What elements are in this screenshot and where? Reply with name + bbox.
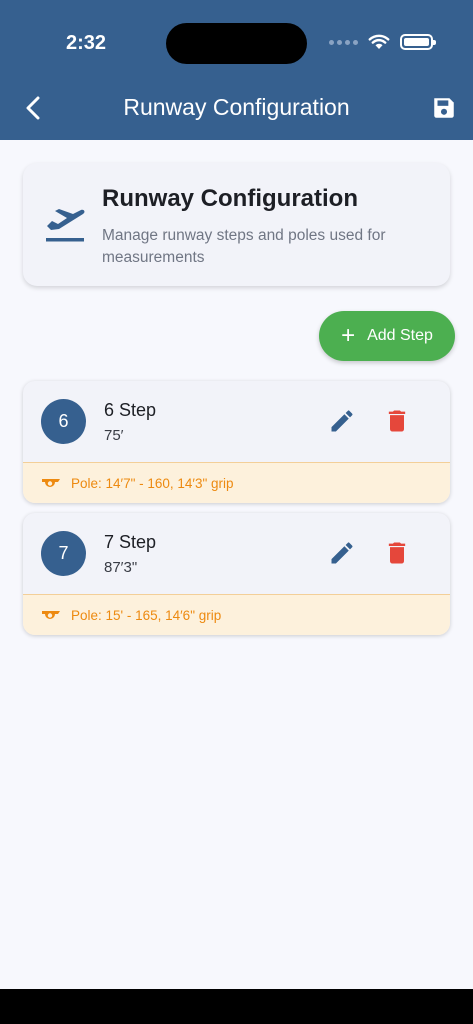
trash-icon — [388, 542, 406, 564]
flight-takeoff-icon — [46, 209, 85, 242]
wifi-icon — [368, 34, 390, 49]
app-header: 2:32 Runway Configuration — [0, 0, 473, 140]
delete-step-button[interactable] — [383, 407, 411, 435]
edit-step-button[interactable] — [328, 539, 356, 567]
save-button[interactable] — [431, 95, 457, 121]
status-indicators — [329, 34, 436, 50]
step-number-badge: 6 — [41, 399, 86, 444]
pencil-icon — [331, 542, 353, 564]
signal-icon — [329, 39, 358, 45]
trash-icon — [388, 410, 406, 432]
delete-step-button[interactable] — [383, 539, 411, 567]
dynamic-island — [166, 23, 307, 64]
add-step-button[interactable]: + Add Step — [319, 311, 455, 361]
pole-text: Pole: 15' - 165, 14′6" grip — [71, 607, 222, 623]
battery-icon — [400, 34, 436, 50]
page-title: Runway Configuration — [123, 94, 350, 120]
step-card[interactable]: 7 7 Step 87′3" Pole: 15' - 165, 14′6" gr… — [23, 513, 450, 635]
config-header-card: Runway Configuration Manage runway steps… — [23, 163, 450, 286]
pole-text: Pole: 14′7" - 160, 14′3" grip — [71, 475, 234, 491]
plus-icon: + — [341, 322, 356, 349]
edit-step-button[interactable] — [328, 407, 356, 435]
pole-info: Pole: 15' - 165, 14′6" grip — [23, 594, 450, 635]
add-step-label: Add Step — [367, 327, 433, 344]
pole-icon — [42, 479, 60, 487]
header-description: Manage runway steps and poles used for m… — [102, 227, 386, 266]
pencil-icon — [331, 410, 353, 432]
step-name: 6 Step — [104, 400, 157, 420]
status-time: 2:32 — [66, 32, 107, 54]
step-number-badge: 7 — [41, 531, 86, 576]
pole-info: Pole: 14′7" - 160, 14′3" grip — [23, 462, 450, 503]
header-title: Runway Configuration — [102, 185, 358, 212]
step-card[interactable]: 6 6 Step 75′ Pole: 14′7" - 160, 14′3" gr… — [23, 381, 450, 503]
save-icon — [434, 98, 454, 118]
step-name: 7 Step — [104, 532, 157, 552]
step-distance: 87′3" — [104, 559, 138, 576]
pole-icon — [42, 611, 60, 619]
step-distance: 75′ — [104, 427, 124, 444]
bottom-bar — [0, 989, 473, 1024]
